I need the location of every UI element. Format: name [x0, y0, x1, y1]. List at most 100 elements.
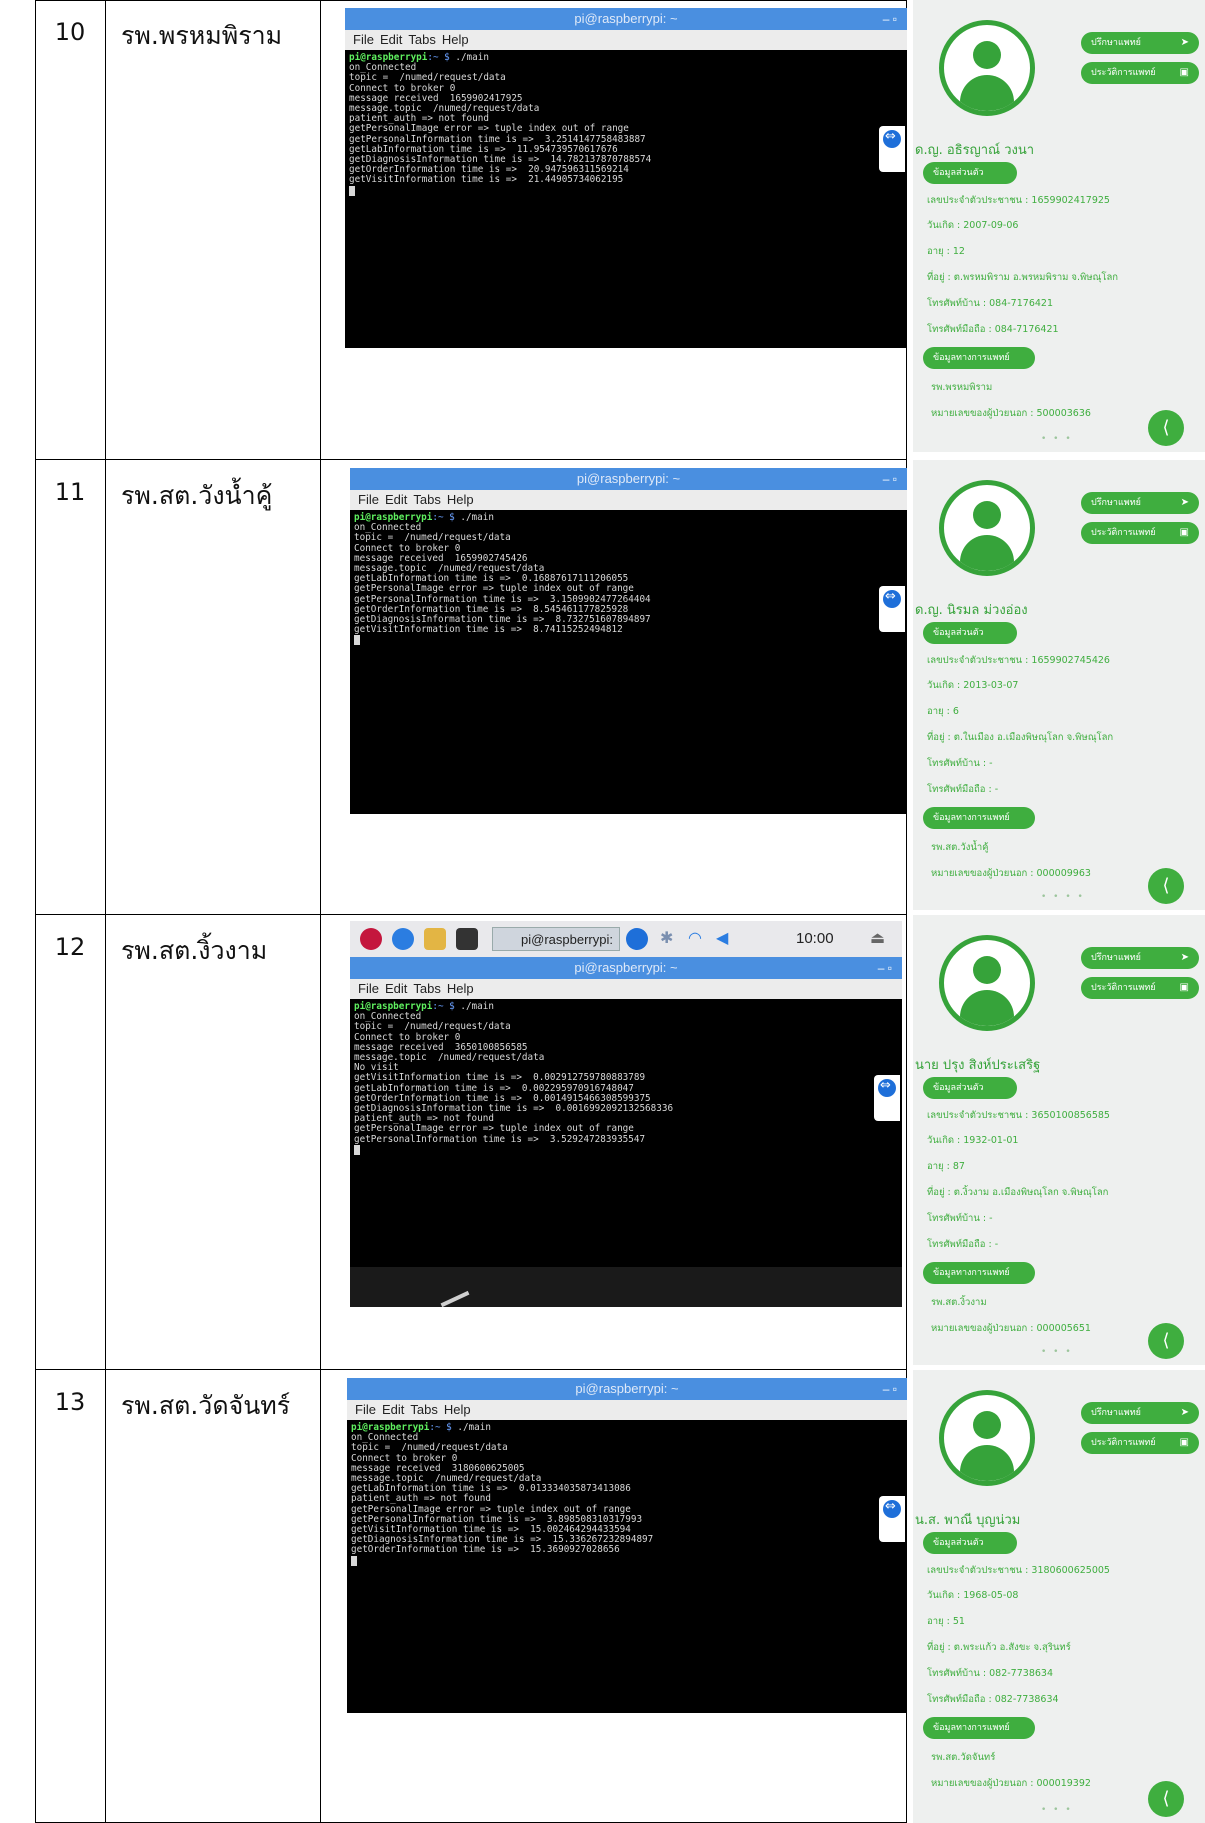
teamviewer-icon[interactable]	[879, 1496, 905, 1542]
share-icon[interactable]: ⟨	[1148, 868, 1184, 904]
terminal-window[interactable]: pi@raspberrypi: ~✱◠◀10:00⏏pi@raspberrypi…	[350, 921, 902, 1307]
menu-item-tabs[interactable]: Tabs	[413, 492, 440, 507]
national-id: เลขประจำตัวประชาชน : 3650100856585	[927, 1110, 1110, 1121]
menu-item-edit[interactable]: Edit	[380, 32, 402, 47]
consult-doctor-button[interactable]: ปรึกษาแพทย์ ➤	[1081, 947, 1199, 969]
patient-name: ด.ญ. อธิรญาณ์ วงนา	[915, 143, 1035, 158]
id-card-icon: ▣	[1179, 527, 1189, 538]
teamviewer-icon	[883, 589, 901, 608]
id-card-icon: ▣	[1179, 1437, 1189, 1448]
section-personal[interactable]: ข้อมูลส่วนตัว	[923, 1077, 1017, 1099]
mobile-phone: โทรศัพท์มือถือ : 084-7176421	[927, 324, 1059, 335]
menu-item-edit[interactable]: Edit	[385, 981, 407, 996]
avatar-body	[960, 535, 1014, 571]
medical-history-button[interactable]: ประวัติการแพทย์ ▣	[1081, 522, 1199, 544]
section-medical[interactable]: ข้อมูลทางการแพทย์	[923, 807, 1035, 829]
medical-history-button[interactable]: ประวัติการแพทย์ ▣	[1081, 62, 1199, 84]
wifi-icon[interactable]: ◠	[688, 928, 710, 950]
patient-profile-panel: ปรึกษาแพทย์ ➤ ประวัติการแพทย์ ▣ นาย ปรุง สิง…	[913, 915, 1205, 1365]
terminal-window[interactable]: pi@raspberrypi: ~ – ▫ File Edit Tabs Help pi@r…	[345, 8, 907, 348]
medical-history-label: ประวัติการแพทย์	[1091, 528, 1156, 538]
national-id: เลขประจำตัวประชาชน : 1659902745426	[927, 655, 1110, 666]
eject-icon[interactable]: ⏏	[870, 928, 892, 950]
bluetooth-icon[interactable]: ✱	[660, 928, 682, 950]
prompt-path: :~ $	[429, 1422, 452, 1433]
desktop-taskbar: pi@raspberrypi: ~ ✱ ◠ ◀ 10:00 ⏏	[350, 921, 902, 971]
section-medical[interactable]: ข้อมูลทางการแพทย์	[923, 1262, 1035, 1284]
terminal-window[interactable]: pi@raspberrypi: ~ – ▫ File Edit Tabs Help pi@r…	[350, 468, 907, 814]
row-number: 10	[54, 18, 86, 46]
terminal-titlebar: pi@raspberrypi: ~ – ▫	[350, 468, 907, 490]
page-indicator: • • •	[1041, 1805, 1073, 1815]
teamviewer-icon	[883, 1499, 901, 1518]
file-manager-icon[interactable]	[424, 928, 446, 950]
home-phone: โทรศัพท์บ้าน : -	[927, 1213, 993, 1224]
road-marking	[440, 1290, 470, 1307]
medical-history-label: ประวัติการแพทย์	[1091, 983, 1156, 993]
consult-doctor-button[interactable]: ปรึกษาแพทย์ ➤	[1081, 492, 1199, 514]
menu-item-help[interactable]: Help	[447, 492, 474, 507]
section-personal[interactable]: ข้อมูลส่วนตัว	[923, 162, 1017, 184]
window-controls[interactable]: – ▫	[883, 8, 897, 30]
taskbar-terminal-task[interactable]: pi@raspberrypi: ~	[492, 927, 620, 971]
menu-item-file[interactable]: File	[353, 32, 374, 47]
consult-doctor-button[interactable]: ปรึกษาแพทย์ ➤	[1081, 1402, 1199, 1424]
menu-item-help[interactable]: Help	[442, 32, 469, 47]
terminal-window[interactable]: pi@raspberrypi: ~ – ▫ File Edit Tabs Help pi@r…	[347, 1378, 907, 1713]
menu-item-tabs[interactable]: Tabs	[413, 981, 440, 996]
teamviewer-icon[interactable]	[874, 1075, 900, 1121]
medical-history-button[interactable]: ประวัติการแพทย์ ▣	[1081, 1432, 1199, 1454]
table-row: 11 รพ.สต.วังน้ำคู้ pi@raspberrypi: ~ – ▫ Fil…	[35, 460, 1205, 915]
patient-name: ด.ญ. นิรมล ม่วงอ่อง	[915, 603, 1028, 618]
patient-profile-panel: ปรึกษาแพทย์ ➤ ประวัติการแพทย์ ▣ ด.ญ. อธิรญาณ…	[913, 0, 1205, 452]
outpatient-number: หมายเลขของผู้ป่วยนอก : 000005651	[931, 1323, 1091, 1334]
share-icon[interactable]: ⟨	[1148, 1323, 1184, 1359]
terminal-launcher-icon[interactable]	[456, 928, 478, 950]
menu-item-file[interactable]: File	[358, 981, 379, 996]
menu-item-tabs[interactable]: Tabs	[410, 1402, 437, 1417]
birth-date: วันเกิด : 1932-01-01	[927, 1135, 1019, 1146]
teamviewer-icon[interactable]	[879, 586, 905, 632]
background-photo	[350, 1267, 902, 1307]
hospital-name: รพ.สต.งิ้วงาม	[121, 936, 268, 965]
registered-hospital: รพ.สต.วังน้ำคู้	[931, 842, 989, 853]
raspberry-menu-icon[interactable]	[360, 928, 382, 950]
share-icon[interactable]: ⟨	[1148, 410, 1184, 446]
cell-border	[906, 915, 907, 1370]
section-medical[interactable]: ข้อมูลทางการแพทย์	[923, 1717, 1035, 1739]
web-browser-icon[interactable]	[392, 928, 414, 950]
registered-hospital: รพ.สต.งิ้วงาม	[931, 1297, 987, 1308]
volume-icon[interactable]: ◀	[716, 928, 738, 950]
menu-item-help[interactable]: Help	[444, 1402, 471, 1417]
consult-doctor-label: ปรึกษาแพทย์	[1091, 1408, 1141, 1418]
section-personal[interactable]: ข้อมูลส่วนตัว	[923, 622, 1017, 644]
section-personal[interactable]: ข้อมูลส่วนตัว	[923, 1532, 1017, 1554]
menu-item-edit[interactable]: Edit	[385, 492, 407, 507]
menu-item-tabs[interactable]: Tabs	[408, 32, 435, 47]
cell-border	[105, 460, 106, 915]
page-indicator: • • • •	[1041, 892, 1085, 902]
menu-item-help[interactable]: Help	[447, 981, 474, 996]
row-border	[35, 0, 906, 1]
menu-item-file[interactable]: File	[358, 492, 379, 507]
avatar-head	[973, 41, 1001, 69]
medical-history-button[interactable]: ประวัติการแพทย์ ▣	[1081, 977, 1199, 999]
birth-date: วันเกิด : 2007-09-06	[927, 220, 1019, 231]
consult-doctor-button[interactable]: ปรึกษาแพทย์ ➤	[1081, 32, 1199, 54]
window-controls[interactable]: – ▫	[878, 957, 892, 979]
patient-name: นาย ปรุง สิงห์ประเสริฐ	[915, 1058, 1041, 1073]
share-icon[interactable]: ⟨	[1148, 1781, 1184, 1817]
teamviewer-icon[interactable]	[879, 126, 905, 172]
terminal-title: pi@raspberrypi: ~	[574, 11, 678, 26]
section-medical[interactable]: ข้อมูลทางการแพทย์	[923, 347, 1035, 369]
prompt-line: pi@raspberrypi:~ $ ./main	[351, 1422, 877, 1433]
terminal-menubar: File Edit Tabs Help	[350, 979, 902, 999]
window-controls[interactable]: – ▫	[883, 1378, 897, 1400]
menu-item-edit[interactable]: Edit	[382, 1402, 404, 1417]
menu-item-file[interactable]: File	[355, 1402, 376, 1417]
teamviewer-icon[interactable]	[626, 928, 648, 950]
window-controls[interactable]: – ▫	[883, 468, 897, 490]
consult-doctor-label: ปรึกษาแพทย์	[1091, 38, 1141, 48]
medical-history-label: ประวัติการแพทย์	[1091, 68, 1156, 78]
terminal-cursor	[354, 635, 360, 646]
